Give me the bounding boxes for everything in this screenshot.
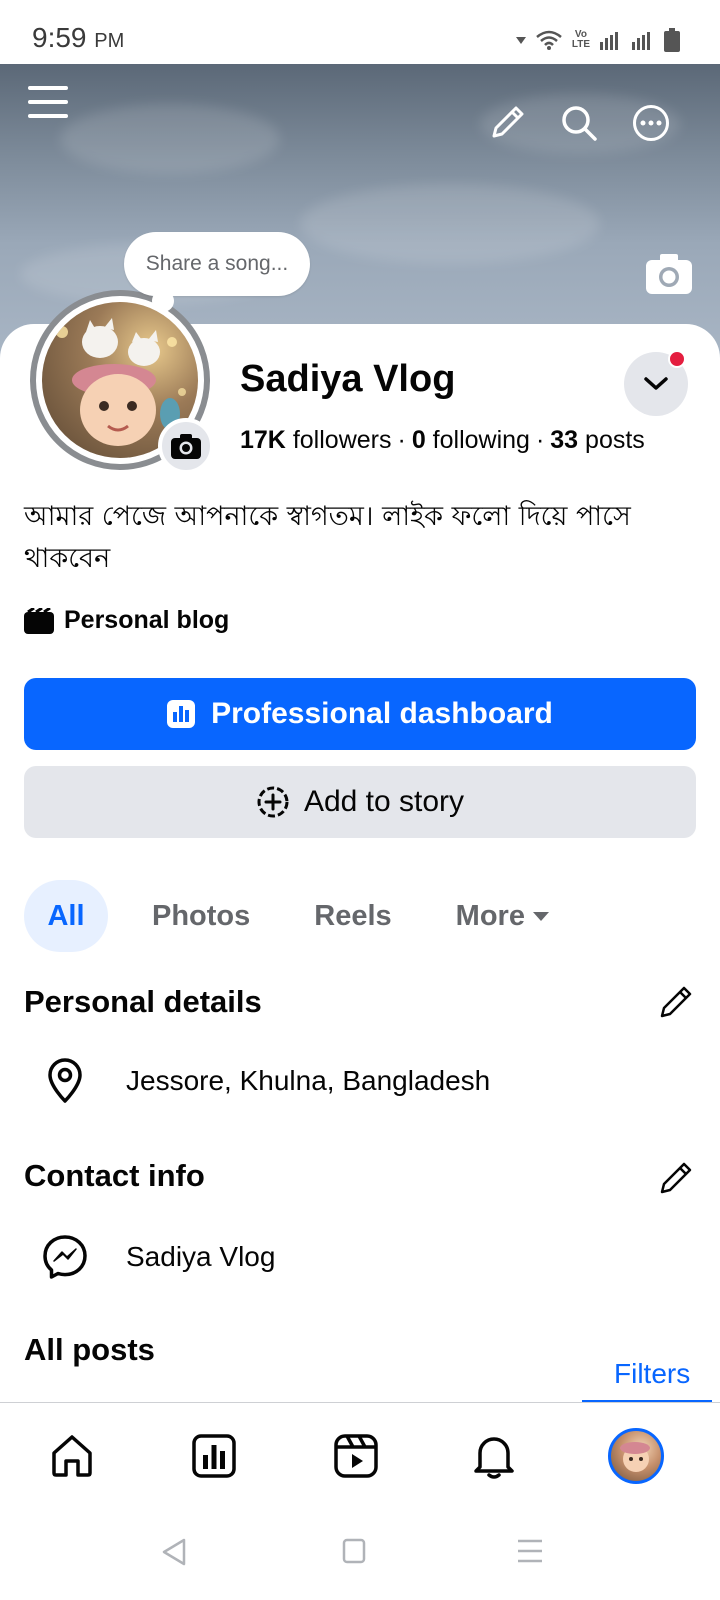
menu-icon[interactable] [28,84,68,120]
dashboard-icon [167,700,196,728]
messenger-icon [43,1235,87,1279]
location-text: Jessore, Khulna, Bangladesh [126,1065,491,1096]
search-icon[interactable] [560,104,598,142]
contact-info-title: Contact info [24,1158,205,1193]
volte-bottom: LTE [571,39,590,50]
tab-photos-label: Photos [152,899,251,932]
chevron-down-icon [644,377,668,390]
profile-name: Sadiya Vlog [240,358,456,400]
nav-profile-avatar[interactable] [608,1428,664,1484]
nav-reels[interactable] [328,1428,384,1484]
status-icons: Vo LTE [515,28,680,52]
posts-label: posts [585,426,645,454]
signal-icon-2 [632,32,650,50]
share-song-text: Share a song... [145,252,289,275]
followers-count[interactable]: 17K [240,426,286,454]
tab-photos[interactable]: Photos [132,880,270,952]
nav-divider [0,1402,720,1403]
clapperboard-icon [24,607,54,634]
data-arrow-icon [515,37,526,44]
profile-bio: আমার পেজে আপনাকে স্বাগতম। লাইক ফলো দিয়ে… [24,501,631,574]
notification-dot [668,350,686,368]
tab-reels-label: Reels [314,899,392,932]
share-song-bubble[interactable]: Share a song... [124,232,310,296]
profile-stats: 17K followers · 0 following · 33 posts [240,426,645,454]
reels-icon [334,1434,378,1478]
professional-dashboard-button[interactable]: Professional dashboard [24,678,696,750]
wifi-icon [536,30,562,50]
more-icon[interactable] [632,104,670,142]
filters-button[interactable]: Filters [614,1358,690,1390]
battery-icon [664,28,680,52]
recents-icon[interactable] [516,1538,544,1564]
edit-personal-details-icon[interactable] [658,984,694,1020]
tab-more-label: More [455,899,525,932]
professional-dashboard-label: Professional dashboard [211,697,553,730]
bubble-tail [152,290,174,312]
profile-avatar-thumb [620,1442,650,1472]
back-icon[interactable] [162,1538,186,1566]
time-text: 9:59 [32,22,87,53]
following-label[interactable]: following [433,426,530,454]
tab-all-label: All [47,899,85,932]
avatar-camera-button[interactable] [158,418,214,474]
home-button-icon[interactable] [342,1538,366,1564]
all-posts-title: All posts [24,1332,155,1367]
status-bar: 9:59 PM Vo LTE [0,0,720,64]
category-label: Personal blog [64,606,230,634]
location-row: Jessore, Khulna, Bangladesh [24,1058,490,1104]
nav-home[interactable] [44,1428,100,1484]
add-story-icon [257,786,289,818]
home-icon [52,1435,92,1477]
ampm-text: PM [94,30,125,52]
notifications-icon [474,1437,514,1479]
messenger-row: Sadiya Vlog [24,1234,275,1280]
nav-notifications[interactable] [466,1428,522,1484]
posts-count: 33 [550,426,579,454]
camera-icon [171,434,201,459]
signal-icon-1 [600,32,618,50]
following-count[interactable]: 0 [412,426,426,454]
personal-details-title: Personal details [24,984,262,1019]
dashboard-nav-icon [192,1434,236,1478]
volte-badge: Vo LTE [572,30,590,50]
system-navigation [0,1500,720,1600]
location-pin-icon [48,1058,82,1103]
edit-icon[interactable] [490,104,526,140]
tab-reels[interactable]: Reels [294,880,411,952]
edit-contact-info-icon[interactable] [658,1160,694,1196]
bottom-navigation [0,1404,720,1504]
followers-label[interactable]: followers [293,426,392,454]
tab-more[interactable]: More [436,880,571,952]
profile-tabs: All Photos Reels More [24,880,595,952]
profile-category: Personal blog [24,606,229,635]
tab-all[interactable]: All [24,880,108,952]
add-to-story-label: Add to story [303,785,465,818]
nav-dashboard[interactable] [186,1428,242,1484]
status-time: 9:59 PM [32,22,124,54]
add-to-story-button[interactable]: Add to story [24,766,696,838]
cover-camera-icon[interactable] [646,254,692,294]
caret-down-icon [532,912,549,921]
messenger-text[interactable]: Sadiya Vlog [126,1241,275,1273]
